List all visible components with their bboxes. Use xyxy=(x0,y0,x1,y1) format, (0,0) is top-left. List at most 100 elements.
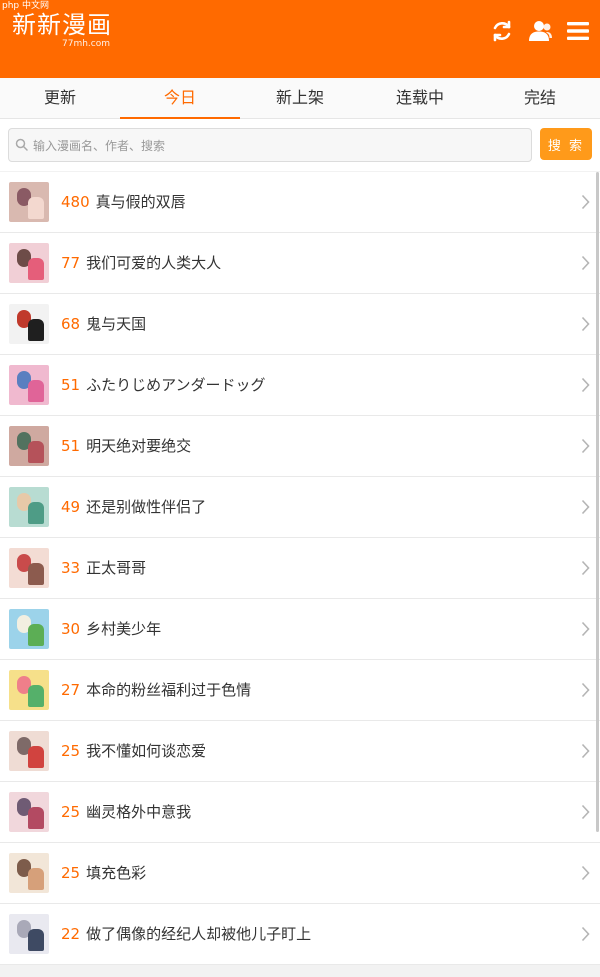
chevron-right-icon xyxy=(581,316,590,332)
comic-cover[interactable] xyxy=(9,182,49,222)
comic-title: 我们可爱的人类大人 xyxy=(86,254,222,272)
comic-title: 我不懂如何谈恋爱 xyxy=(86,742,207,760)
chapter-count: 27 xyxy=(61,681,81,699)
comic-title: 做了偶像的经纪人却被他儿子盯上 xyxy=(86,925,312,943)
list-item[interactable]: 49 还是别做性伴侣了 xyxy=(0,477,600,538)
comic-cover[interactable] xyxy=(9,609,49,649)
chapter-count: 51 xyxy=(61,376,81,394)
list-item-text: 77 我们可爱的人类大人 xyxy=(61,233,221,293)
site-logo[interactable]: 新新漫画 77mh.com xyxy=(12,11,112,49)
list-item-text: 49 还是别做性伴侣了 xyxy=(61,477,206,537)
refresh-icon[interactable] xyxy=(488,18,516,44)
tab-1[interactable]: 更新 xyxy=(0,78,120,118)
search-input[interactable] xyxy=(31,129,525,163)
comic-title: 正太哥哥 xyxy=(86,559,147,577)
chapter-count: 25 xyxy=(61,864,81,882)
list-item[interactable]: 22 做了偶像的经纪人却被他儿子盯上 xyxy=(0,904,600,965)
list-item[interactable]: 33 正太哥哥 xyxy=(0,538,600,599)
comic-title: 本命的粉丝福利过于色情 xyxy=(86,681,252,699)
list-item[interactable]: 77 我们可爱的人类大人 xyxy=(0,233,600,294)
chapter-count: 33 xyxy=(61,559,81,577)
comic-cover[interactable] xyxy=(9,914,49,954)
comic-cover[interactable] xyxy=(9,243,49,283)
chapter-count: 25 xyxy=(61,803,81,821)
list-item-text: 30 乡村美少年 xyxy=(61,599,161,659)
comic-cover[interactable] xyxy=(9,365,49,405)
comic-title: ふたりじめアンダードッグ xyxy=(86,376,266,394)
chevron-right-icon xyxy=(581,804,590,820)
comic-title: 幽灵格外中意我 xyxy=(86,803,192,821)
comic-cover[interactable] xyxy=(9,731,49,771)
list-item[interactable]: 68 鬼与天国 xyxy=(0,294,600,355)
list-item[interactable]: 25 我不懂如何谈恋爱 xyxy=(0,721,600,782)
chevron-right-icon xyxy=(581,560,590,576)
chapter-count: 25 xyxy=(61,742,81,760)
list-item-text: 480 真与假的双唇 xyxy=(61,172,186,232)
chapter-count: 51 xyxy=(61,437,81,455)
comic-title: 明天绝对要绝交 xyxy=(86,437,192,455)
search-field[interactable] xyxy=(8,128,532,163)
comic-title: 乡村美少年 xyxy=(86,620,162,638)
list-item-text: 33 正太哥哥 xyxy=(61,538,146,598)
list-item-text: 51 明天绝对要绝交 xyxy=(61,416,191,476)
comic-title: 填充色彩 xyxy=(86,864,147,882)
chevron-right-icon xyxy=(581,438,590,454)
comic-cover[interactable] xyxy=(9,487,49,527)
tab-5[interactable]: 完结 xyxy=(480,78,600,118)
watermark: php 中文网 xyxy=(2,1,49,11)
list-item[interactable]: 27 本命的粉丝福利过于色情 xyxy=(0,660,600,721)
chevron-right-icon xyxy=(581,194,590,210)
comic-cover[interactable] xyxy=(9,670,49,710)
comic-cover[interactable] xyxy=(9,426,49,466)
comic-list: 480 真与假的双唇 77 我们可爱的人类大人 68 鬼与天国 51 ふたりじめアンダードッグ… xyxy=(0,172,600,965)
chevron-right-icon xyxy=(581,621,590,637)
header-actions xyxy=(488,18,592,44)
tab-4[interactable]: 连载中 xyxy=(360,78,480,118)
list-item-text: 25 填充色彩 xyxy=(61,843,146,903)
list-item-text: 22 做了偶像的经纪人却被他儿子盯上 xyxy=(61,904,311,964)
list-item-text: 51 ふたりじめアンダードッグ xyxy=(61,355,266,415)
chevron-right-icon xyxy=(581,743,590,759)
chevron-right-icon xyxy=(581,499,590,515)
list-item[interactable]: 30 乡村美少年 xyxy=(0,599,600,660)
list-item[interactable]: 480 真与假的双唇 xyxy=(0,172,600,233)
list-item-text: 27 本命的粉丝福利过于色情 xyxy=(61,660,251,720)
search-bar: 搜 索 xyxy=(0,119,600,171)
search-icon xyxy=(15,138,28,151)
list-item[interactable]: 51 明天绝对要绝交 xyxy=(0,416,600,477)
list-item-text: 68 鬼与天国 xyxy=(61,294,146,354)
chapter-count: 49 xyxy=(61,498,81,516)
chapter-count: 68 xyxy=(61,315,81,333)
chevron-right-icon xyxy=(581,255,590,271)
chapter-count: 480 xyxy=(61,193,90,211)
comic-cover[interactable] xyxy=(9,548,49,588)
list-item-text: 25 幽灵格外中意我 xyxy=(61,782,191,842)
list-item[interactable]: 25 填充色彩 xyxy=(0,843,600,904)
chevron-right-icon xyxy=(581,377,590,393)
menu-icon[interactable] xyxy=(564,18,592,44)
chevron-right-icon xyxy=(581,926,590,942)
comic-title: 还是别做性伴侣了 xyxy=(86,498,207,516)
list-item[interactable]: 25 幽灵格外中意我 xyxy=(0,782,600,843)
tab-3[interactable]: 新上架 xyxy=(240,78,360,118)
comic-cover[interactable] xyxy=(9,304,49,344)
chevron-right-icon xyxy=(581,682,590,698)
comic-title: 鬼与天国 xyxy=(86,315,147,333)
logo-text: 新新漫画 xyxy=(12,11,112,39)
chapter-count: 30 xyxy=(61,620,81,638)
tab-2[interactable]: 今日 xyxy=(120,78,240,119)
tab-bar: 更新 今日 新上架 连载中 完结 xyxy=(0,78,600,119)
chevron-right-icon xyxy=(581,865,590,881)
comic-cover[interactable] xyxy=(9,792,49,832)
scrollbar[interactable] xyxy=(596,172,599,832)
app-header: php 中文网 新新漫画 77mh.com xyxy=(0,0,600,78)
list-item-text: 25 我不懂如何谈恋爱 xyxy=(61,721,206,781)
search-button[interactable]: 搜 索 xyxy=(540,128,592,160)
logo-domain: 77mh.com xyxy=(62,39,111,49)
comic-cover[interactable] xyxy=(9,853,49,893)
user-icon[interactable] xyxy=(526,18,554,44)
comic-title: 真与假的双唇 xyxy=(95,193,186,211)
chapter-count: 22 xyxy=(61,925,81,943)
chapter-count: 77 xyxy=(61,254,81,272)
list-item[interactable]: 51 ふたりじめアンダードッグ xyxy=(0,355,600,416)
